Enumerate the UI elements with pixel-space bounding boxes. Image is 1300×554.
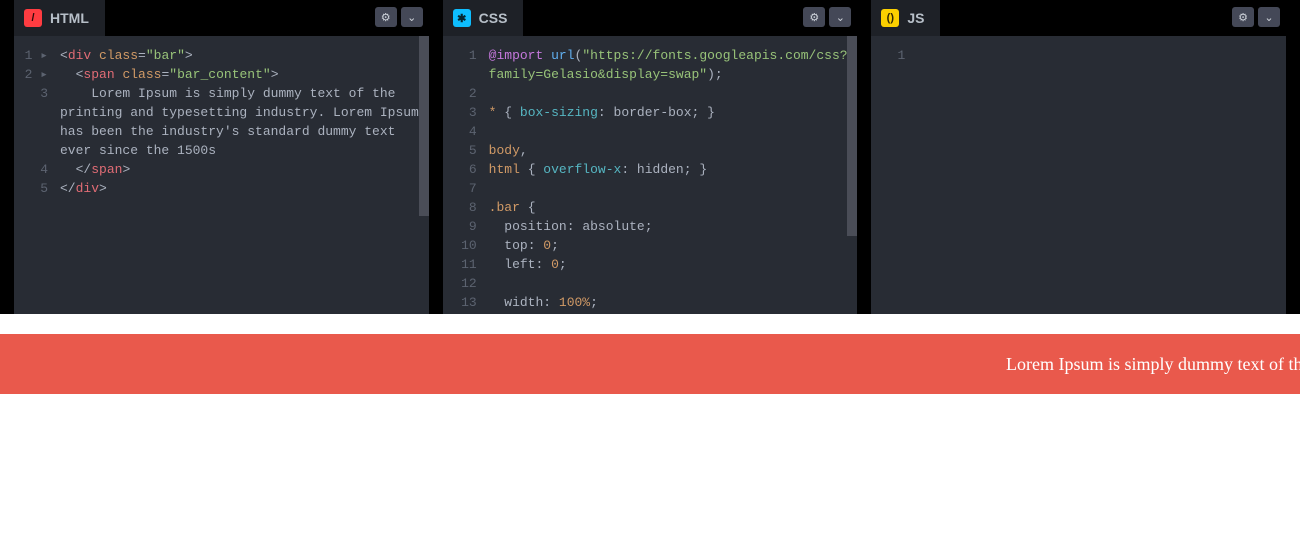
css-panel: ✱ CSS ⚙ ⌄ 1234567891011121314 @import ur… xyxy=(443,0,858,314)
html-code[interactable]: <div class="bar"> <span class="bar_conte… xyxy=(56,36,429,314)
html-icon: / xyxy=(24,9,42,27)
html-panel-actions: ⚙ ⌄ xyxy=(375,7,423,27)
marquee-text: Lorem Ipsum is simply dummy text of the xyxy=(1006,354,1300,375)
html-gutter: 1 ▸2 ▸345 xyxy=(14,36,56,314)
css-tab[interactable]: ✱ CSS xyxy=(443,0,524,36)
chevron-down-icon[interactable]: ⌄ xyxy=(401,7,423,27)
html-editor[interactable]: 1 ▸2 ▸345 <div class="bar"> <span class=… xyxy=(14,36,429,314)
css-code[interactable]: @import url("https://fonts.googleapis.co… xyxy=(485,36,858,314)
html-scrollbar[interactable] xyxy=(419,36,429,216)
css-scrollbar[interactable] xyxy=(847,36,857,236)
chevron-down-icon[interactable]: ⌄ xyxy=(1258,7,1280,27)
css-panel-header: ✱ CSS ⚙ ⌄ xyxy=(443,0,858,36)
js-tab-label: JS xyxy=(907,10,924,26)
gear-icon[interactable]: ⚙ xyxy=(1232,7,1254,27)
gear-icon[interactable]: ⚙ xyxy=(375,7,397,27)
css-icon: ✱ xyxy=(453,9,471,27)
js-panel: () JS ⚙ ⌄ 1 xyxy=(871,0,1286,314)
css-gutter: 1234567891011121314 xyxy=(443,36,485,314)
gear-icon[interactable]: ⚙ xyxy=(803,7,825,27)
html-tab-label: HTML xyxy=(50,10,89,26)
preview-pane: Lorem Ipsum is simply dummy text of the xyxy=(0,314,1300,554)
js-tab[interactable]: () JS xyxy=(871,0,940,36)
html-tab[interactable]: / HTML xyxy=(14,0,105,36)
editor-panels: / HTML ⚙ ⌄ 1 ▸2 ▸345 <div class="bar"> <… xyxy=(0,0,1300,314)
html-panel: / HTML ⚙ ⌄ 1 ▸2 ▸345 <div class="bar"> <… xyxy=(14,0,429,314)
js-panel-actions: ⚙ ⌄ xyxy=(1232,7,1280,27)
js-code[interactable] xyxy=(913,36,1286,314)
html-panel-header: / HTML ⚙ ⌄ xyxy=(14,0,429,36)
css-tab-label: CSS xyxy=(479,10,508,26)
js-editor[interactable]: 1 xyxy=(871,36,1286,314)
css-panel-actions: ⚙ ⌄ xyxy=(803,7,851,27)
marquee-bar: Lorem Ipsum is simply dummy text of the xyxy=(0,334,1300,394)
js-icon: () xyxy=(881,9,899,27)
css-editor[interactable]: 1234567891011121314 @import url("https:/… xyxy=(443,36,858,314)
chevron-down-icon[interactable]: ⌄ xyxy=(829,7,851,27)
js-panel-header: () JS ⚙ ⌄ xyxy=(871,0,1286,36)
js-gutter: 1 xyxy=(871,36,913,314)
